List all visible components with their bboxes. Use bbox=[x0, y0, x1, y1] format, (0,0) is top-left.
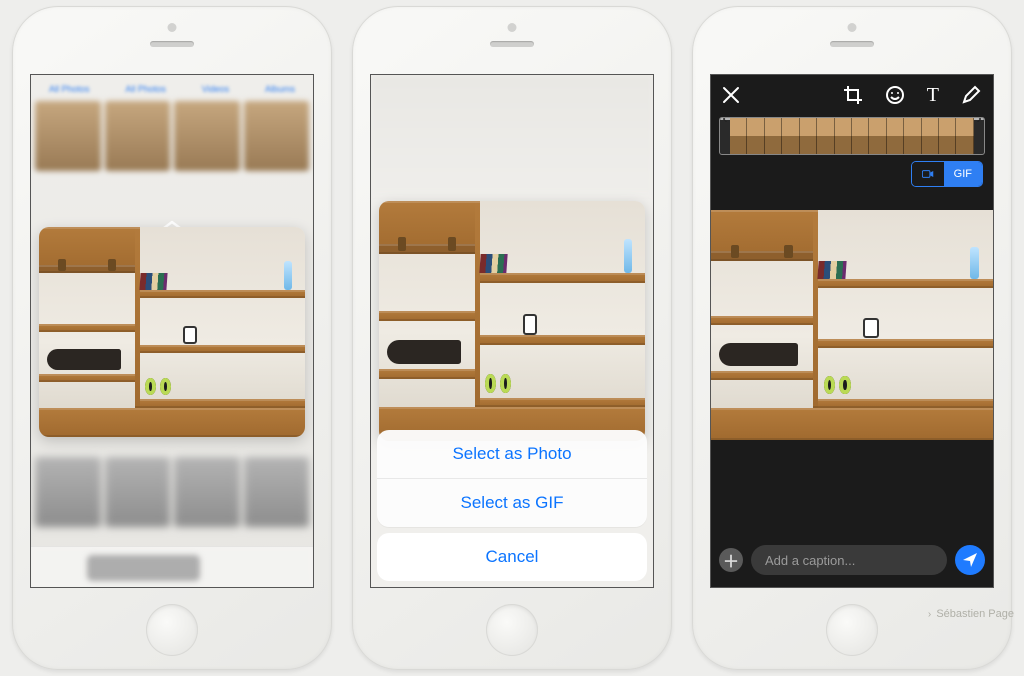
action-sheet-group: Select as Photo Select as GIF bbox=[377, 430, 647, 527]
home-button[interactable] bbox=[826, 604, 878, 656]
segment-video[interactable] bbox=[912, 162, 944, 186]
picker-bottombar bbox=[31, 546, 313, 587]
select-as-gif[interactable]: Select as GIF bbox=[377, 479, 647, 527]
trim-filmstrip[interactable]: ‹ › bbox=[719, 117, 985, 155]
add-button[interactable]: ＋ bbox=[719, 548, 743, 572]
mode-segmented-control[interactable]: GIF bbox=[911, 161, 983, 187]
screen-gif-editor: T ‹ › GIF bbox=[710, 74, 994, 588]
chevron-right-icon: › bbox=[928, 609, 931, 620]
text-tool[interactable]: T bbox=[927, 84, 939, 107]
earpiece bbox=[490, 41, 534, 47]
camera-sensor bbox=[168, 23, 177, 32]
screen-photo-picker: All Photos All Photos Videos Albums bbox=[30, 74, 314, 588]
trim-handle-right[interactable]: › bbox=[974, 118, 984, 120]
caption-input[interactable]: Add a caption... bbox=[751, 545, 947, 575]
camera-sensor bbox=[848, 23, 857, 32]
thumbnail-row-blurred bbox=[31, 457, 313, 527]
tab-item[interactable]: Albums bbox=[265, 84, 295, 94]
segment-gif[interactable]: GIF bbox=[944, 162, 982, 186]
crop-icon[interactable] bbox=[843, 85, 863, 105]
phone-frame-2: Select as Photo Select as GIF Cancel bbox=[352, 6, 672, 670]
action-sheet: Select as Photo Select as GIF Cancel bbox=[377, 430, 647, 581]
tab-item[interactable]: All Photos bbox=[49, 84, 90, 94]
blurred-header bbox=[371, 75, 653, 195]
caption-row: ＋ Add a caption... bbox=[719, 545, 985, 575]
close-icon[interactable] bbox=[721, 85, 741, 105]
earpiece bbox=[150, 41, 194, 47]
pencil-icon[interactable] bbox=[961, 85, 981, 105]
home-button[interactable] bbox=[486, 604, 538, 656]
camera-sensor bbox=[508, 23, 517, 32]
attribution: › Sébastien Page bbox=[928, 608, 1014, 620]
earpiece bbox=[830, 41, 874, 47]
picker-tabbar: All Photos All Photos Videos Albums bbox=[31, 79, 313, 99]
send-button[interactable] bbox=[955, 545, 985, 575]
photo-preview bbox=[379, 201, 645, 441]
filmstrip-frames[interactable] bbox=[730, 118, 974, 154]
emoji-icon[interactable] bbox=[885, 85, 905, 105]
select-as-photo[interactable]: Select as Photo bbox=[377, 430, 647, 479]
photo-preview[interactable] bbox=[39, 227, 305, 437]
tab-item[interactable]: All Photos bbox=[125, 84, 166, 94]
attribution-text: Sébastien Page bbox=[936, 608, 1014, 620]
editor-toolbar: T bbox=[711, 75, 993, 115]
cancel-button[interactable]: Cancel bbox=[377, 533, 647, 581]
tab-item[interactable]: Videos bbox=[202, 84, 229, 94]
phone-frame-1: All Photos All Photos Videos Albums bbox=[12, 6, 332, 670]
thumbnail-row-blurred bbox=[31, 101, 313, 171]
screen-action-sheet: Select as Photo Select as GIF Cancel bbox=[370, 74, 654, 588]
home-button[interactable] bbox=[146, 604, 198, 656]
editor-photo[interactable] bbox=[711, 210, 993, 440]
phone-frame-3: T ‹ › GIF bbox=[692, 6, 1012, 670]
trim-handle-left[interactable]: ‹ bbox=[720, 118, 730, 120]
